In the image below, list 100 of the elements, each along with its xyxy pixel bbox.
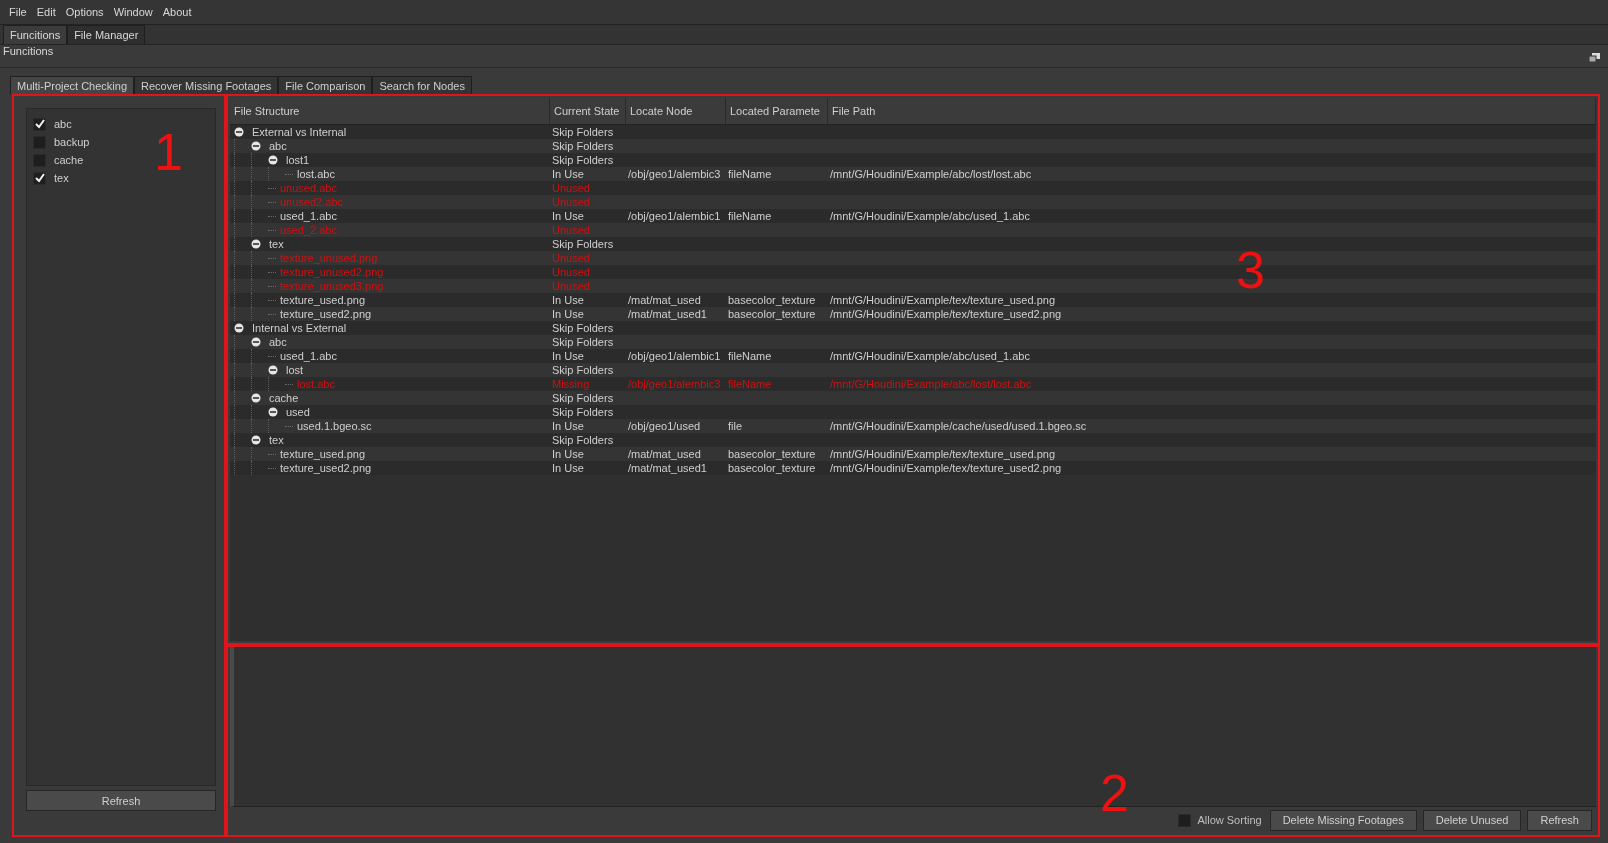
refresh-button[interactable]: Refresh <box>26 790 216 811</box>
tree-item[interactable]: tex <box>267 237 286 251</box>
table-cell-text: In Use <box>551 293 585 307</box>
collapse-icon[interactable] <box>234 323 244 333</box>
table-cell-text: Skip Folders <box>551 335 615 349</box>
column-header[interactable]: File Structure <box>230 98 550 124</box>
table-cell-text: Skip Folders <box>551 405 615 419</box>
tree-item[interactable]: used_1.abc <box>278 349 339 363</box>
tab[interactable]: Recover Missing Footages <box>134 76 279 94</box>
menu-item[interactable]: Options <box>60 6 109 18</box>
folder-label: tex <box>53 171 70 185</box>
tree-item[interactable]: cache <box>267 391 301 405</box>
table-cell-text: basecolor_texture <box>727 307 817 321</box>
table-cell-text: Skip Folders <box>551 153 615 167</box>
collapse-icon[interactable] <box>268 155 278 165</box>
collapse-icon[interactable] <box>251 239 261 249</box>
action-button[interactable]: Refresh <box>1527 809 1592 831</box>
column-header[interactable]: File Path <box>828 98 1596 124</box>
table-cell-text: Unused <box>551 251 591 265</box>
callout-number: 3 <box>1236 244 1265 296</box>
table-cell-text: /obj/geo1/alembic3 <box>627 377 722 391</box>
tree-item[interactable]: abc <box>267 335 289 349</box>
column-header[interactable]: Locate Node <box>626 98 726 124</box>
collapse-icon[interactable] <box>268 365 278 375</box>
table-cell-text: In Use <box>551 167 585 181</box>
tree-item[interactable]: used_1.abc <box>278 209 339 223</box>
collapse-icon[interactable] <box>234 127 244 137</box>
menu-item[interactable]: Window <box>108 6 158 18</box>
restore-icon[interactable] <box>1589 53 1600 62</box>
table-cell-text: /obj/geo1/alembic1 <box>627 349 722 363</box>
tree-item[interactable]: lost.abc <box>295 167 337 181</box>
tab[interactable]: Search for Nodes <box>372 76 472 94</box>
table-cell-text: In Use <box>551 419 585 433</box>
table-cell-text: Skip Folders <box>551 363 615 377</box>
table-cell-text: Unused <box>551 181 591 195</box>
table-cell-text: /mnt/G/Houdini/Example/tex/texture_used2.png <box>829 307 1063 321</box>
table-cell-text: /mat/mat_used <box>627 293 702 307</box>
tree-item[interactable]: texture_used.png <box>278 293 367 307</box>
collapse-icon[interactable] <box>251 393 261 403</box>
table-cell-text: /mnt/G/Houdini/Example/tex/texture_used.png <box>829 293 1056 307</box>
collapse-icon[interactable] <box>251 435 261 445</box>
table-cell-text: /mnt/G/Houdini/Example/abc/lost/lost.abc <box>829 377 1033 391</box>
tab[interactable]: Multi-Project Checking <box>10 76 135 94</box>
table-cell-text: /mnt/G/Houdini/Example/abc/lost/lost.abc <box>829 167 1033 181</box>
tab[interactable]: Funcitions <box>3 25 68 44</box>
column-header[interactable]: Current State <box>550 98 626 124</box>
table-cell-text: basecolor_texture <box>727 293 817 307</box>
tree-item[interactable]: texture_used2.png <box>278 307 374 321</box>
tree-item[interactable]: External vs Internal <box>250 125 349 139</box>
table-cell-text: /mnt/G/Houdini/Example/cache/used/used.1.bgeo.sc <box>829 419 1088 433</box>
folder-label: abc <box>53 117 73 131</box>
tree-item[interactable]: tex <box>267 433 286 447</box>
action-button[interactable]: Delete Missing Footages <box>1269 809 1417 831</box>
tree-item[interactable]: used.1.bgeo.sc <box>295 419 374 433</box>
table-cell-text: In Use <box>551 461 585 475</box>
table-cell-text: basecolor_texture <box>727 447 817 461</box>
tree-item[interactable]: abc <box>267 139 289 153</box>
action-button[interactable]: Delete Unused <box>1422 809 1522 831</box>
callout-number: 1 <box>154 126 183 178</box>
tree-item[interactable]: lost1 <box>284 153 312 167</box>
checkbox[interactable] <box>1178 813 1192 827</box>
folder-label: backup <box>53 135 91 149</box>
table-cell-text: fileName <box>727 209 773 223</box>
tree-item[interactable]: lost <box>284 363 306 377</box>
collapse-icon[interactable] <box>251 337 261 347</box>
tree-item[interactable]: texture_used.png <box>278 447 367 461</box>
table-cell-text: /mnt/G/Houdini/Example/abc/used_1.abc <box>829 209 1031 223</box>
table-cell-text: Unused <box>551 195 591 209</box>
menu-item[interactable]: File <box>4 6 32 18</box>
table-cell-text: Skip Folders <box>551 125 615 139</box>
tree-item[interactable]: used <box>284 405 312 419</box>
table-cell-text: Skip Folders <box>551 237 615 251</box>
menu-item[interactable]: About <box>157 6 197 18</box>
table-cell-text: In Use <box>551 209 585 223</box>
table-cell-text: Unused <box>551 223 591 237</box>
table-cell-text: Unused <box>551 279 591 293</box>
collapse-icon[interactable] <box>251 141 261 151</box>
tree-item[interactable]: Internal vs External <box>250 321 349 335</box>
callout-number: 2 <box>1100 767 1129 819</box>
table-cell-text: Missing <box>551 377 591 391</box>
tree-item[interactable]: texture_used2.png <box>278 461 374 475</box>
table-cell-text: In Use <box>551 349 585 363</box>
table-cell-text: /mat/mat_used1 <box>627 307 708 321</box>
tab[interactable]: File Manager <box>67 25 146 44</box>
table-cell-text: /mnt/G/Houdini/Example/tex/texture_used2.png <box>829 461 1063 475</box>
table-cell-text: Skip Folders <box>551 391 615 405</box>
tab[interactable]: File Comparison <box>278 76 373 94</box>
table-cell-text: Skip Folders <box>551 321 615 335</box>
table-cell-text: basecolor_texture <box>727 461 817 475</box>
menu-item[interactable]: Edit <box>31 6 61 18</box>
folder-label: cache <box>53 153 85 167</box>
table-cell-text: /mnt/G/Houdini/Example/tex/texture_used.png <box>829 447 1056 461</box>
pane-title: Funcitions <box>3 45 54 57</box>
table-cell-text: /obj/geo1/used <box>627 419 702 433</box>
column-header[interactable]: Located Paramete <box>726 98 828 124</box>
collapse-icon[interactable] <box>268 407 278 417</box>
table-cell-text: /mat/mat_used <box>627 447 702 461</box>
table-cell-text: Skip Folders <box>551 433 615 447</box>
table-cell-text: In Use <box>551 307 585 321</box>
table-cell-text: In Use <box>551 447 585 461</box>
